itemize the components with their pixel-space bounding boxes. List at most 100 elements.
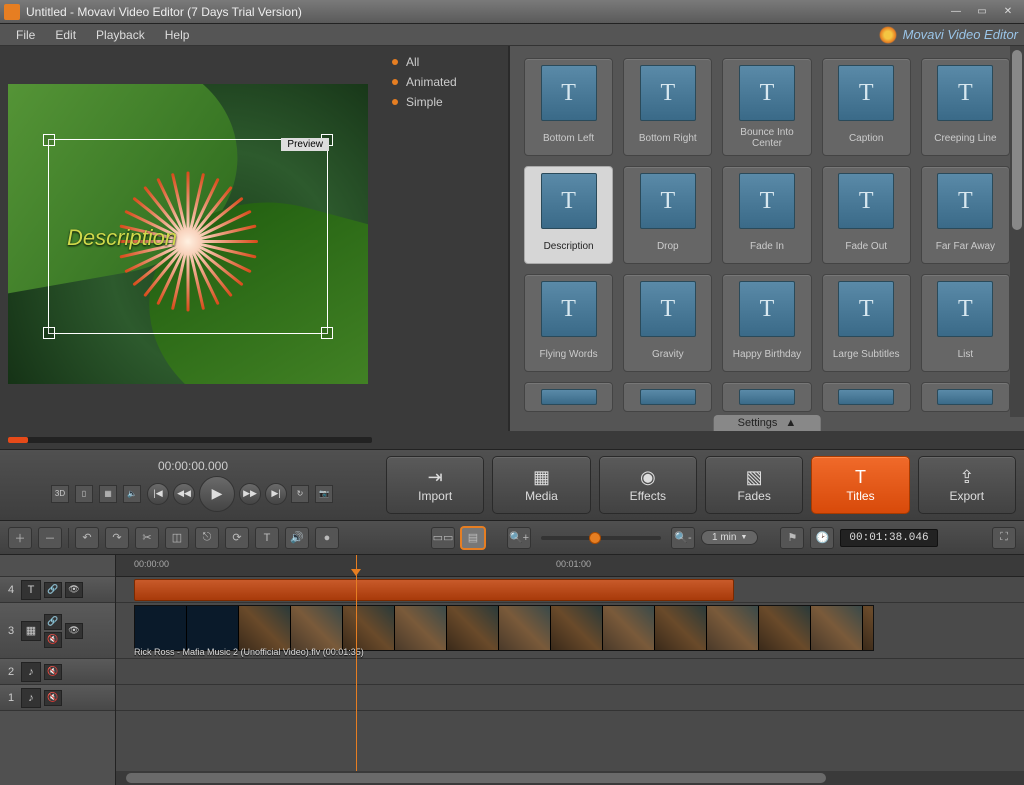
mute-button[interactable]: 🔈 — [123, 485, 141, 503]
track-2-lane[interactable] — [116, 659, 1024, 685]
audio-tool-button[interactable]: 🔊 — [285, 527, 309, 549]
category-all[interactable]: All — [380, 52, 508, 72]
timeline-hscroll[interactable] — [116, 771, 1024, 785]
title-card[interactable]: TCreeping Line — [921, 58, 1010, 156]
track-3-lane[interactable]: Rick Ross - Mafia Music 2 (Unofficial Vi… — [116, 603, 1024, 659]
timeline-timecode[interactable]: 00:01:38.046 — [840, 529, 937, 547]
title-overlay-text[interactable]: Description — [67, 225, 177, 251]
title-card[interactable]: TDrop — [623, 166, 712, 264]
cut-button[interactable]: ✂ — [135, 527, 159, 549]
title-card[interactable]: TBottom Left — [524, 58, 613, 156]
track-4-header[interactable]: 4T 🔗 👁 — [0, 577, 115, 603]
title-card[interactable]: TList — [921, 274, 1010, 372]
title-thumb-icon: T — [937, 173, 993, 229]
time-ruler[interactable]: 00:00:00 00:01:00 — [116, 555, 1024, 577]
fades-icon: ▧ — [746, 468, 763, 486]
import-button[interactable]: ⇥Import — [386, 456, 484, 514]
eye-icon[interactable]: 👁 — [65, 582, 83, 598]
title-card[interactable]: TFar Far Away — [921, 166, 1010, 264]
audio-track-icon: ♪ — [21, 662, 41, 682]
title-card[interactable] — [921, 382, 1010, 412]
track-1-lane[interactable] — [116, 685, 1024, 711]
zoom-level-pill[interactable]: 1 min▼ — [701, 530, 758, 545]
mute-icon[interactable]: 🔇 — [44, 632, 62, 648]
titles-scrollbar[interactable] — [1010, 46, 1024, 417]
maximize-button[interactable]: ▭ — [970, 3, 994, 21]
undo-button[interactable]: ↶ — [75, 527, 99, 549]
track-3-header[interactable]: 3▦ 🔗🔇 👁 — [0, 603, 115, 659]
add-button[interactable]: ＋ — [8, 527, 32, 549]
track-4-lane[interactable] — [116, 577, 1024, 603]
redo-button[interactable]: ↷ — [105, 527, 129, 549]
next-frame-button[interactable]: ▶| — [265, 483, 287, 505]
title-clip[interactable] — [134, 579, 734, 601]
playhead[interactable] — [356, 555, 357, 771]
category-animated[interactable]: Animated — [380, 72, 508, 92]
view-3d-button[interactable]: 3D — [51, 485, 69, 503]
title-card[interactable] — [524, 382, 613, 412]
text-tool-button[interactable]: T — [255, 527, 279, 549]
preview-viewport[interactable]: Preview Description — [8, 84, 368, 384]
link-icon[interactable]: 🔗 — [44, 614, 62, 630]
title-card[interactable]: TBounce Into Center — [722, 58, 811, 156]
title-card[interactable] — [722, 382, 811, 412]
eye-icon[interactable]: 👁 — [65, 623, 83, 639]
fullscreen-button[interactable]: ⛶ — [992, 527, 1016, 549]
title-card[interactable]: THappy Birthday — [722, 274, 811, 372]
settings-toggle[interactable]: Settings▲ — [714, 415, 821, 431]
marker-button[interactable]: ⚑ — [780, 527, 804, 549]
selection-box[interactable]: Preview Description — [48, 139, 328, 334]
zoom-out-button[interactable]: 🔍- — [671, 527, 695, 549]
fades-button[interactable]: ▧Fades — [705, 456, 803, 514]
mute-icon[interactable]: 🔇 — [44, 690, 62, 706]
scrub-track[interactable] — [8, 437, 372, 443]
title-card-label: Fade Out — [845, 235, 887, 257]
video-clip[interactable] — [134, 605, 874, 651]
menu-playback[interactable]: Playback — [86, 26, 155, 44]
zoom-in-button[interactable]: 🔍+ — [507, 527, 531, 549]
minimize-button[interactable]: — — [944, 3, 968, 21]
view-timeline-button[interactable]: ▤ — [461, 527, 485, 549]
split-button[interactable]: ⎋ — [195, 527, 219, 549]
zoom-slider[interactable] — [541, 536, 661, 540]
title-card[interactable]: TCaption — [822, 58, 911, 156]
tracks-area[interactable]: 00:00:00 00:01:00 Rick Ross - Mafia Musi… — [116, 555, 1024, 785]
rotate-button[interactable]: ⟳ — [225, 527, 249, 549]
video-track-icon: ▦ — [21, 621, 41, 641]
export-button[interactable]: ⇪Export — [918, 456, 1016, 514]
media-button[interactable]: ▦Media — [492, 456, 590, 514]
close-button[interactable]: ✕ — [996, 3, 1020, 21]
title-card[interactable]: TFade In — [722, 166, 811, 264]
link-icon[interactable]: 🔗 — [44, 582, 62, 598]
menu-help[interactable]: Help — [155, 26, 200, 44]
track-1-header[interactable]: 1♪ 🔇 — [0, 685, 115, 711]
menu-file[interactable]: File — [6, 26, 45, 44]
play-button[interactable]: ▶ — [199, 476, 235, 512]
title-card[interactable] — [822, 382, 911, 412]
remove-button[interactable]: － — [38, 527, 62, 549]
forward-button[interactable]: ▶▶ — [239, 483, 261, 505]
title-card[interactable]: TFlying Words — [524, 274, 613, 372]
rewind-button[interactable]: ◀◀ — [173, 483, 195, 505]
view-split-button[interactable]: ▯ — [75, 485, 93, 503]
mute-icon[interactable]: 🔇 — [44, 664, 62, 680]
view-frame-button[interactable]: ▦ — [99, 485, 117, 503]
title-card[interactable]: TFade Out — [822, 166, 911, 264]
snapshot-button[interactable]: 📷 — [315, 485, 333, 503]
title-card-label: Caption — [849, 127, 883, 149]
view-storyboard-button[interactable]: ▭▭ — [431, 527, 455, 549]
menu-edit[interactable]: Edit — [45, 26, 86, 44]
track-2-header[interactable]: 2♪ 🔇 — [0, 659, 115, 685]
loop-button[interactable]: ↻ — [291, 485, 309, 503]
category-simple[interactable]: Simple — [380, 92, 508, 112]
prev-frame-button[interactable]: |◀ — [147, 483, 169, 505]
title-card[interactable] — [623, 382, 712, 412]
crop-button[interactable]: ◫ — [165, 527, 189, 549]
record-button[interactable]: ● — [315, 527, 339, 549]
title-card[interactable]: TGravity — [623, 274, 712, 372]
title-card[interactable]: TLarge Subtitles — [822, 274, 911, 372]
title-card[interactable]: TDescription — [524, 166, 613, 264]
title-card[interactable]: TBottom Right — [623, 58, 712, 156]
effects-button[interactable]: ◉Effects — [599, 456, 697, 514]
titles-button[interactable]: TTitles — [811, 456, 909, 514]
